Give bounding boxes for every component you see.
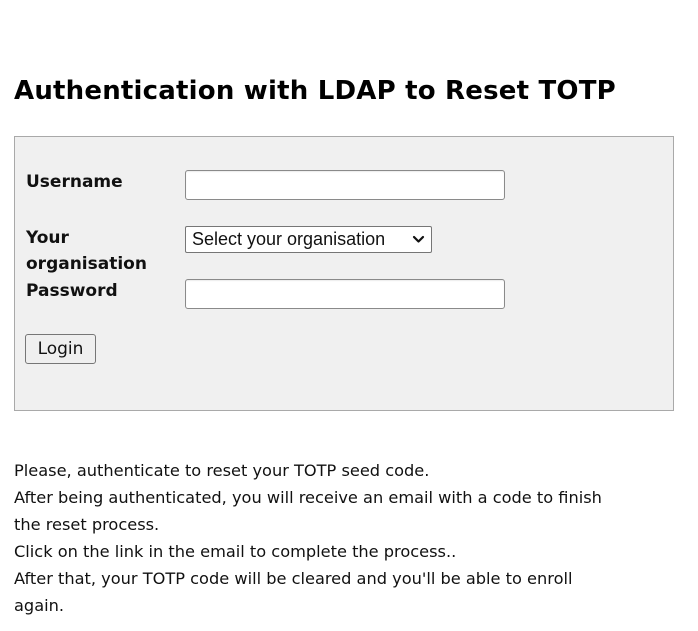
password-label: Password <box>26 281 118 301</box>
username-input[interactable] <box>185 170 505 200</box>
organisation-label: Your organisation <box>26 225 147 277</box>
organisation-label-line1: Your <box>26 228 69 248</box>
instruction-line: again. <box>14 596 65 615</box>
instruction-line: After being authenticated, you will rece… <box>14 488 602 507</box>
organisation-label-line2: organisation <box>26 254 147 274</box>
instruction-line: Click on the link in the email to comple… <box>14 542 457 561</box>
chevron-down-icon <box>412 235 425 243</box>
instruction-line: the reset process. <box>14 515 160 534</box>
organisation-select[interactable]: Select your organisation <box>185 226 432 253</box>
password-input[interactable] <box>185 279 505 309</box>
login-button[interactable]: Login <box>25 334 96 364</box>
instruction-line: Please, authenticate to reset your TOTP … <box>14 461 430 480</box>
organisation-select-value: Select your organisation <box>192 229 386 249</box>
username-label: Username <box>26 172 123 192</box>
login-form-panel: Username Your organisation Select your o… <box>14 136 674 411</box>
instruction-line: After that, your TOTP code will be clear… <box>14 569 573 588</box>
instructions-text: Please, authenticate to reset your TOTP … <box>14 457 684 619</box>
page-title: Authentication with LDAP to Reset TOTP <box>14 76 616 106</box>
